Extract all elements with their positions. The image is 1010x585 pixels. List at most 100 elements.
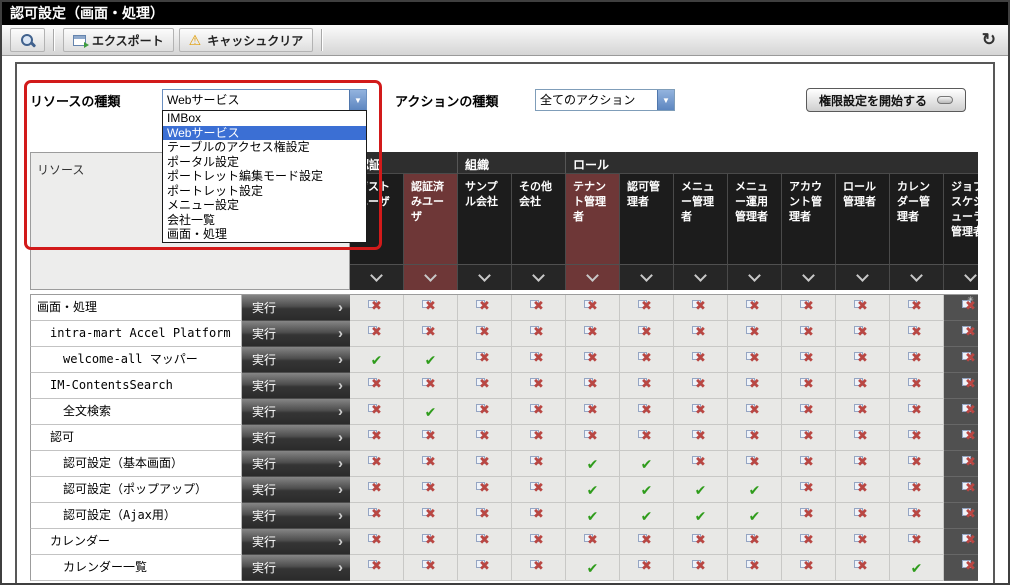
permission-cell[interactable]: ✖ bbox=[836, 555, 890, 581]
permission-cell[interactable]: ✖ bbox=[350, 321, 404, 347]
permission-cell[interactable]: ✔ bbox=[566, 503, 620, 529]
permission-cell[interactable]: ✖ bbox=[944, 555, 978, 581]
permission-cell[interactable]: ✖ bbox=[566, 399, 620, 425]
permission-cell[interactable]: ✖ bbox=[350, 451, 404, 477]
permission-cell[interactable]: ✖ bbox=[728, 321, 782, 347]
column-chevron-button[interactable] bbox=[458, 264, 512, 290]
permission-cell[interactable]: ✖ bbox=[944, 451, 978, 477]
permission-cell[interactable]: ✖ bbox=[674, 373, 728, 399]
permission-cell[interactable]: ✖ bbox=[404, 503, 458, 529]
permission-cell[interactable]: ✖ bbox=[620, 555, 674, 581]
dropdown-option[interactable]: ポータル設定 bbox=[163, 155, 366, 170]
permission-cell[interactable]: ✖ bbox=[674, 555, 728, 581]
permission-cell[interactable]: ✖ bbox=[782, 425, 836, 451]
permission-cell[interactable]: ✖ bbox=[350, 373, 404, 399]
permission-cell[interactable]: ✖ bbox=[566, 425, 620, 451]
permission-cell[interactable]: ✖ bbox=[890, 321, 944, 347]
permission-cell[interactable]: ✖ bbox=[890, 347, 944, 373]
permission-cell[interactable]: ✔ bbox=[728, 477, 782, 503]
permission-cell[interactable]: ✔ bbox=[674, 503, 728, 529]
permission-cell[interactable]: ✖ bbox=[782, 347, 836, 373]
permission-cell[interactable]: ✔ bbox=[566, 451, 620, 477]
column-chevron-button[interactable] bbox=[620, 264, 674, 290]
permission-cell[interactable]: ✖ bbox=[404, 555, 458, 581]
permission-cell[interactable]: ✖ bbox=[566, 373, 620, 399]
permission-cell[interactable]: ✖ bbox=[728, 555, 782, 581]
permission-cell[interactable]: ✔ bbox=[728, 503, 782, 529]
column-header[interactable]: アカウント管理者 bbox=[782, 174, 836, 264]
permission-cell[interactable]: ✳✖ bbox=[944, 295, 978, 321]
permission-cell[interactable]: ✖ bbox=[674, 321, 728, 347]
permission-cell[interactable]: ✖ bbox=[674, 529, 728, 555]
permission-cell[interactable]: ✖ bbox=[890, 477, 944, 503]
permission-cell[interactable]: ✖ bbox=[350, 555, 404, 581]
permission-cell[interactable]: ✖ bbox=[890, 503, 944, 529]
permission-cell[interactable]: ✖ bbox=[836, 295, 890, 321]
dropdown-option[interactable]: ポートレット編集モード設定 bbox=[163, 169, 366, 184]
permission-cell[interactable]: ✖ bbox=[782, 451, 836, 477]
action-type-select[interactable]: 全てのアクション ▼ bbox=[535, 89, 675, 111]
permission-cell[interactable]: ✖ bbox=[782, 373, 836, 399]
column-chevron-button[interactable] bbox=[782, 264, 836, 290]
exec-button[interactable]: 実行› bbox=[242, 347, 350, 373]
permission-cell[interactable]: ✖ bbox=[404, 451, 458, 477]
permission-cell[interactable]: ✖ bbox=[512, 399, 566, 425]
permission-cell[interactable]: ✖ bbox=[620, 529, 674, 555]
permission-cell[interactable]: ✖ bbox=[944, 399, 978, 425]
permission-cell[interactable]: ✖ bbox=[458, 425, 512, 451]
dropdown-option[interactable]: ポートレット設定 bbox=[163, 184, 366, 199]
exec-button[interactable]: 実行› bbox=[242, 425, 350, 451]
permission-cell[interactable]: ✖ bbox=[512, 529, 566, 555]
column-chevron-button[interactable] bbox=[836, 264, 890, 290]
permission-cell[interactable]: ✖ bbox=[944, 477, 978, 503]
permission-cell[interactable]: ✖ bbox=[620, 321, 674, 347]
refresh-button[interactable]: ↻ bbox=[982, 30, 996, 50]
permission-cell[interactable]: ✖ bbox=[944, 347, 978, 373]
permission-cell[interactable]: ✖ bbox=[350, 295, 404, 321]
permission-cell[interactable]: ✖ bbox=[728, 451, 782, 477]
permission-cell[interactable]: ✖ bbox=[836, 347, 890, 373]
permission-cell[interactable]: ✖ bbox=[836, 373, 890, 399]
permission-cell[interactable]: ✖ bbox=[782, 477, 836, 503]
dropdown-arrow-icon[interactable]: ▼ bbox=[657, 90, 674, 110]
permission-cell[interactable]: ✔ bbox=[350, 347, 404, 373]
permission-cell[interactable]: ✖ bbox=[350, 477, 404, 503]
permission-cell[interactable]: ✖ bbox=[836, 477, 890, 503]
permission-cell[interactable]: ✖ bbox=[512, 451, 566, 477]
permission-cell[interactable]: ✖ bbox=[566, 347, 620, 373]
permission-cell[interactable]: ✖ bbox=[674, 347, 728, 373]
exec-button[interactable]: 実行› bbox=[242, 373, 350, 399]
permission-cell[interactable]: ✖ bbox=[890, 425, 944, 451]
permission-cell[interactable]: ✖ bbox=[512, 373, 566, 399]
permission-cell[interactable]: ✖ bbox=[620, 373, 674, 399]
exec-button[interactable]: 実行› bbox=[242, 503, 350, 529]
permission-cell[interactable]: ✖ bbox=[458, 399, 512, 425]
permission-cell[interactable]: ✖ bbox=[836, 503, 890, 529]
permission-cell[interactable]: ✖ bbox=[458, 295, 512, 321]
column-header[interactable]: テナント管理者 bbox=[566, 174, 620, 264]
column-header[interactable]: ロール管理者 bbox=[836, 174, 890, 264]
dropdown-option[interactable]: Webサービス bbox=[163, 126, 366, 141]
permission-cell[interactable]: ✖ bbox=[404, 477, 458, 503]
exec-button[interactable]: 実行› bbox=[242, 321, 350, 347]
permission-cell[interactable]: ✔ bbox=[404, 347, 458, 373]
permission-cell[interactable]: ✖ bbox=[350, 399, 404, 425]
dropdown-option[interactable]: IMBox bbox=[163, 111, 366, 126]
permission-cell[interactable]: ✖ bbox=[566, 295, 620, 321]
permission-cell[interactable]: ✖ bbox=[890, 529, 944, 555]
permission-cell[interactable]: ✖ bbox=[458, 347, 512, 373]
permission-cell[interactable]: ✔ bbox=[620, 477, 674, 503]
permission-cell[interactable]: ✖ bbox=[350, 529, 404, 555]
permission-cell[interactable]: ✖ bbox=[458, 451, 512, 477]
column-chevron-button[interactable] bbox=[728, 264, 782, 290]
permission-cell[interactable]: ✖ bbox=[404, 321, 458, 347]
column-chevron-button[interactable] bbox=[512, 264, 566, 290]
permission-cell[interactable]: ✖ bbox=[782, 399, 836, 425]
column-header[interactable]: 認可管理者 bbox=[620, 174, 674, 264]
permission-cell[interactable]: ✖ bbox=[458, 373, 512, 399]
permission-cell[interactable]: ✖ bbox=[458, 321, 512, 347]
search-button[interactable] bbox=[10, 28, 45, 52]
permission-cell[interactable]: ✖ bbox=[512, 477, 566, 503]
column-header[interactable]: メニュー管理者 bbox=[674, 174, 728, 264]
permission-cell[interactable]: ✖ bbox=[512, 321, 566, 347]
